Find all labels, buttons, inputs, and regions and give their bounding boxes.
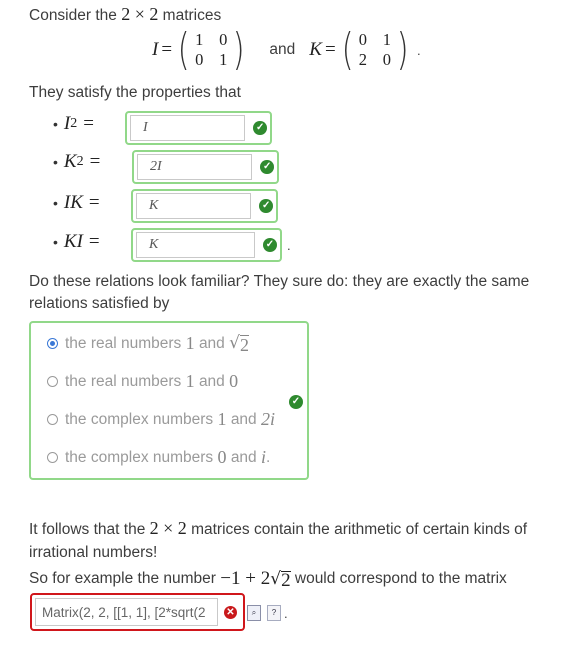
property-exponent: 2: [70, 116, 78, 131]
matrix-cell: 0: [219, 30, 228, 49]
preview-icon[interactable]: ⌕: [247, 605, 261, 621]
choice-value-a: 1: [217, 409, 227, 429]
follows-text: It follows that the: [29, 521, 146, 538]
matrix-cell: 0: [358, 30, 367, 49]
choice-value-a: 1: [185, 333, 195, 353]
choice-option-4[interactable]: the complex numbers 0 and i.: [47, 447, 270, 468]
follows-paragraph: It follows that the 2 × 2 matrices conta…: [29, 517, 559, 564]
check-icon: ✓: [289, 395, 303, 409]
follows-dims: 2 × 2: [149, 518, 187, 538]
equals-sign: =: [88, 192, 100, 213]
period: .: [284, 606, 288, 621]
period: .: [417, 42, 421, 58]
sqrt-two: √ 2: [270, 568, 291, 591]
matrix-cell: 2: [358, 50, 367, 69]
check-icon: ✓: [260, 160, 274, 174]
and-text: and: [269, 41, 296, 58]
equals-sign: =: [89, 151, 101, 172]
choice-prefix: the real numbers: [65, 334, 182, 352]
check-icon: ✓: [259, 199, 273, 213]
answer-input[interactable]: K: [136, 232, 255, 258]
matrix-i-name: I: [152, 39, 159, 60]
radio-selected-icon[interactable]: [47, 338, 58, 349]
equals-sign: =: [83, 113, 94, 134]
properties-text: They satisfy the properties that: [29, 84, 241, 101]
choice-prefix: the real numbers: [65, 372, 182, 390]
choice-and: and: [198, 334, 225, 352]
equals-sign: =: [88, 231, 100, 252]
matrix-answer-box: Matrix(2, 2, [[1, 1], [2*sqrt(2 ✕: [30, 593, 245, 631]
choice-prefix: the complex numbers: [65, 410, 214, 428]
answer-box-i-squared: I ✓: [125, 111, 272, 145]
matrix-cell: 1: [195, 30, 204, 49]
familiar-paragraph: Do these relations look familiar? They s…: [29, 273, 530, 312]
choice-value-a: 1: [185, 371, 195, 391]
answer-box-ik: K ✓: [131, 189, 278, 223]
answer-box-ki: K ✓: [131, 228, 282, 262]
intro-text: Consider the: [29, 7, 117, 24]
example-line: So for example the number −1 + 2 √ 2 woul…: [29, 568, 507, 590]
intro-text-2: matrices: [162, 7, 222, 24]
matrix-k-name: K: [309, 39, 322, 60]
property-lhs: IK: [63, 192, 83, 213]
radio-icon[interactable]: [47, 452, 58, 463]
matrix-definitions: I = ( 1 0 0 1 ) and K = ( 0 1 2 0 ) .: [152, 28, 421, 72]
answer-box-k-squared: 2I ✓: [132, 150, 279, 184]
choice-value-b: 2i: [261, 409, 276, 429]
radio-icon[interactable]: [47, 414, 58, 425]
check-icon: ✓: [263, 238, 277, 252]
matrix-cell: 1: [219, 50, 228, 69]
property-row: • K2 =: [53, 151, 100, 173]
choice-and: and: [198, 372, 225, 390]
matrix-cell: 1: [382, 30, 391, 49]
equals-sign: =: [324, 39, 336, 60]
sqrt-two: √ 2: [229, 333, 249, 355]
choice-option-3[interactable]: the complex numbers 1 and 2i: [47, 409, 275, 430]
choice-and: and: [230, 410, 257, 428]
matrix-k: ( 0 1 2 0 ): [341, 24, 409, 75]
check-icon: ✓: [253, 121, 267, 135]
radio-icon[interactable]: [47, 376, 58, 387]
example-text: So for example the number: [29, 570, 216, 587]
equals-sign: =: [161, 39, 173, 60]
answer-input[interactable]: I: [130, 115, 246, 141]
choice-group: the real numbers 1 and √ 2 the real numbe…: [29, 321, 309, 480]
property-row: • I2 =: [53, 113, 94, 135]
property-lhs: KI: [63, 231, 83, 252]
property-row: • IK =: [53, 192, 100, 214]
period: .: [266, 448, 271, 466]
matrix-i: ( 1 0 0 1 ): [177, 24, 245, 75]
property-row: • KI =: [53, 231, 100, 253]
bullet: •: [53, 154, 58, 170]
choice-value-b: 0: [229, 371, 239, 391]
matrix-cell: 0: [382, 50, 391, 69]
choice-and: and: [230, 448, 257, 466]
choice-option-1[interactable]: the real numbers 1 and √ 2: [47, 333, 249, 354]
choice-prefix: the complex numbers: [65, 448, 214, 466]
intro-line: Consider the 2 × 2 matrices: [29, 4, 221, 25]
matrix-cell: 0: [195, 50, 204, 69]
choice-value-a: 0: [217, 447, 227, 467]
bullet: •: [53, 195, 58, 211]
x-icon: ✕: [224, 605, 237, 619]
choice-option-2[interactable]: the real numbers 1 and 0: [47, 371, 238, 392]
bullet: •: [53, 116, 58, 132]
intro-dims: 2 × 2: [121, 4, 159, 24]
answer-input[interactable]: K: [136, 193, 252, 219]
property-exponent: 2: [76, 154, 84, 169]
period: .: [287, 238, 291, 253]
answer-input[interactable]: 2I: [137, 154, 253, 180]
matrix-input[interactable]: Matrix(2, 2, [[1, 1], [2*sqrt(2: [35, 598, 218, 626]
property-lhs: K: [63, 151, 77, 172]
example-text-2: would correspond to the matrix: [294, 570, 507, 587]
help-icon[interactable]: ?: [267, 605, 281, 621]
bullet: •: [53, 234, 58, 250]
example-expression: −1 + 2: [220, 568, 271, 589]
